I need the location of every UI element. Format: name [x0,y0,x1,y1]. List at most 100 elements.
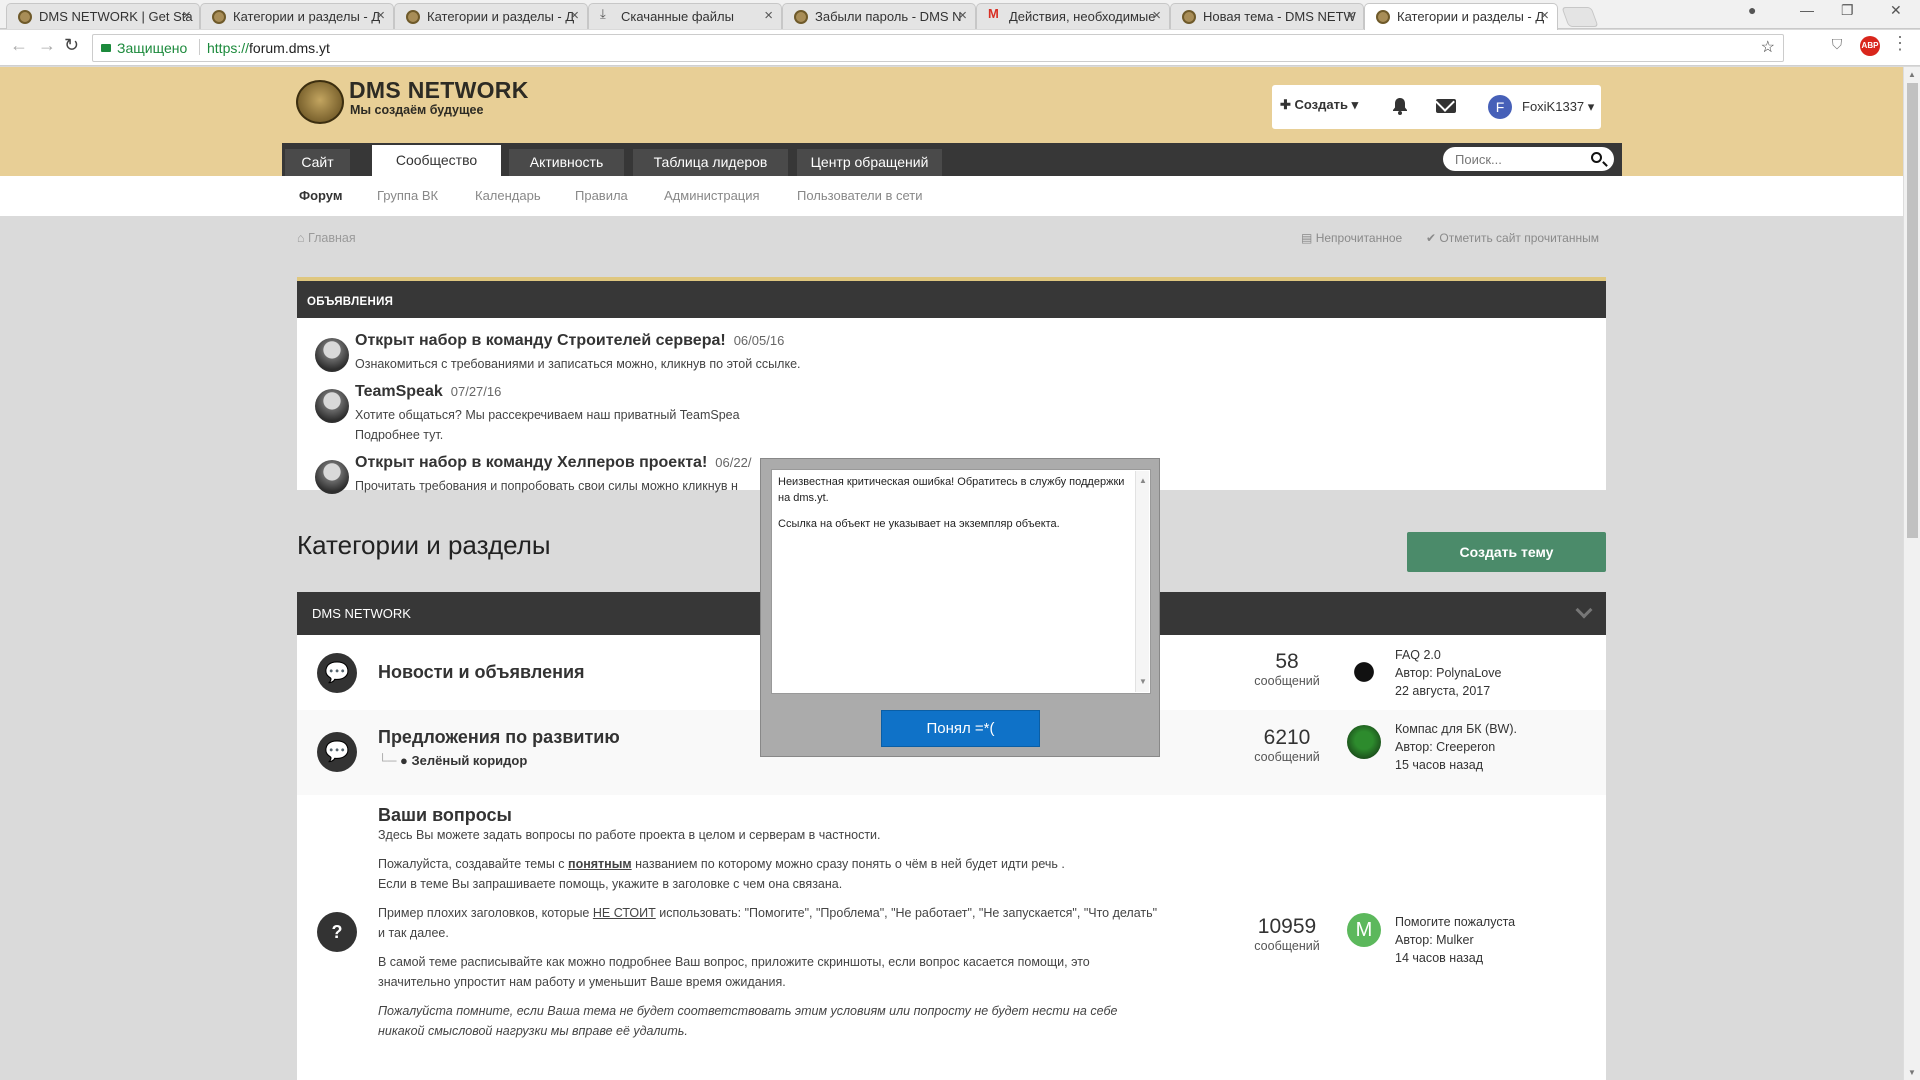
browser-tab[interactable]: M Действия, необходимые × [976,3,1170,29]
user-avatar[interactable]: F [1488,95,1512,119]
scroll-up-icon[interactable]: ▲ [1139,473,1147,489]
create-button[interactable]: ✚ Создать ▾ [1280,97,1358,113]
reload-icon[interactable]: ↻ [64,35,79,56]
avatar[interactable] [315,460,349,494]
subnav-forum[interactable]: Форум [299,188,342,203]
scroll-up-icon[interactable]: ▲ [1908,70,1916,79]
forward-icon[interactable]: → [38,35,56,56]
avatar[interactable] [315,338,349,372]
bookmark-star-icon[interactable]: ☆ [1761,37,1775,57]
scrollbar[interactable]: ▲ ▼ [1135,471,1149,692]
error-dialog: Неизвестная критическая ошибка! Обратите… [760,458,1160,757]
last-post-title[interactable]: Компас для БК (BW). [1395,720,1517,738]
browser-tab[interactable]: Категории и разделы - Д × [200,3,394,29]
nav-tab-activity[interactable]: Активность [509,149,624,176]
profile-icon[interactable]: ● [1748,2,1756,18]
main-nav: Сайт Сообщество Активность Таблица лидер… [282,143,1622,176]
last-post-author[interactable]: Автор: Mulker [1395,931,1515,949]
scroll-down-icon[interactable]: ▼ [1908,1068,1916,1077]
create-topic-button[interactable]: Создать тему [1407,532,1606,572]
browser-tab[interactable]: Новая тема - DMS NETW × [1170,3,1364,29]
shield-extension-icon[interactable]: ⛉ [1827,36,1847,56]
close-tab-icon[interactable]: × [182,7,191,24]
site-brand[interactable]: DMS NETWORK [349,77,529,104]
nav-tab-leaderboard[interactable]: Таблица лидеров [633,149,788,176]
new-tab-button[interactable] [1561,7,1599,27]
subnav-rules[interactable]: Правила [575,188,628,203]
sub-nav: Форум Группа ВК Календарь Правила Админи… [0,176,1903,216]
mark-read-link[interactable]: ✔ Отметить сайт прочитанным [1426,231,1599,245]
browser-tab-active[interactable]: Категории и разделы - Д × [1364,3,1558,30]
avatar[interactable] [315,389,349,423]
forum-title[interactable]: Предложения по развитию [378,727,620,748]
announcement-text[interactable]: Прочитать требования и попробовать свои … [355,476,738,496]
subforum-link[interactable]: └─ ● Зелёный коридор [378,753,527,768]
announcement-text[interactable]: Ознакомиться с требованиями и записаться… [355,354,801,374]
page-scrollbar[interactable]: ▲ ▼ [1903,67,1920,1080]
last-post-title[interactable]: FAQ 2.0 [1395,646,1501,664]
breadcrumb[interactable]: ⌂ Главная [297,231,356,245]
close-tab-icon[interactable]: × [1540,7,1549,24]
subnav-administration[interactable]: Администрация [664,188,760,203]
last-post: Компас для БК (BW). Автор: Creeperon 15 … [1395,720,1517,774]
download-icon: ⤓ [600,6,606,21]
last-post-author[interactable]: Автор: PolynaLove [1395,664,1501,682]
subnav-online-users[interactable]: Пользователи в сети [797,188,923,203]
browser-tab[interactable]: Забыли пароль - DMS N × [782,3,976,29]
site-logo-icon[interactable] [296,80,344,124]
last-post-title[interactable]: Помогите пожалуста [1395,913,1515,931]
close-window-icon[interactable]: ✕ [1890,2,1902,19]
close-tab-icon[interactable]: × [958,7,967,24]
forum-title[interactable]: Новости и объявления [378,662,585,683]
avatar[interactable]: M [1347,913,1381,947]
subnav-calendar[interactable]: Календарь [475,188,541,203]
unread-link[interactable]: ▤ Непрочитанное [1301,231,1402,245]
site-favicon-icon [1182,10,1196,24]
announcement-text: Хотите общаться? Мы рассекречиваем наш п… [355,408,740,422]
divider [199,39,200,55]
nav-tab-site[interactable]: Сайт [285,149,350,176]
browser-tab[interactable]: DMS NETWORK | Get Sta × [6,3,200,29]
ok-button[interactable]: Понял =*( [881,710,1040,747]
avatar[interactable] [1347,725,1381,759]
back-icon[interactable]: ← [10,35,28,56]
scroll-down-icon[interactable]: ▼ [1139,674,1147,690]
nav-tab-community[interactable]: Сообщество [372,145,501,176]
error-message-line: Неизвестная критическая ошибка! Обратите… [778,476,1125,504]
announcement-link[interactable]: Подробнее тут. [355,425,443,445]
close-tab-icon[interactable]: × [764,7,773,24]
menu-icon[interactable]: ⋮ [1890,33,1910,53]
site-favicon-icon [18,10,32,24]
address-bar[interactable]: Защищено https://forum.dms.yt ☆ [92,34,1784,62]
post-count: 6210 сообщений [1254,726,1320,764]
scrollbar-thumb[interactable] [1907,83,1918,538]
announcement-title[interactable]: Открыт набор в команду Строителей сервер… [355,332,726,349]
site-favicon-icon [212,10,226,24]
last-post-author[interactable]: Автор: Creeperon [1395,738,1517,756]
browser-tab[interactable]: Категории и разделы - Д × [394,3,588,29]
minimize-icon[interactable]: — [1800,2,1814,18]
nav-tab-support[interactable]: Центр обращений [797,149,942,176]
close-tab-icon[interactable]: × [570,7,579,24]
announcement-title[interactable]: TeamSpeak [355,383,443,400]
subnav-vk-group[interactable]: Группа ВК [377,188,438,203]
search-icon[interactable] [1591,152,1602,163]
browser-tab[interactable]: ⤓ Скачанные файлы × [588,3,782,29]
close-tab-icon[interactable]: × [1346,7,1355,24]
close-tab-icon[interactable]: × [376,7,385,24]
forum-title[interactable]: Ваши вопросы [378,805,512,826]
close-tab-icon[interactable]: × [1152,7,1161,24]
error-message-box[interactable]: Неизвестная критическая ошибка! Обратите… [771,469,1151,694]
username-menu[interactable]: FoxiK1337 ▾ [1522,99,1594,115]
adblock-extension-icon[interactable]: ABP [1860,36,1880,56]
messages-envelope-icon[interactable] [1436,99,1456,113]
lock-icon [101,44,111,52]
notifications-bell-icon[interactable] [1392,97,1408,115]
last-post-time: 22 августа, 2017 [1395,684,1491,698]
maximize-icon[interactable]: ❐ [1841,2,1854,19]
avatar[interactable] [1347,655,1381,689]
announcement-title[interactable]: Открыт набор в команду Хелперов проекта! [355,454,707,471]
search-input[interactable]: Поиск... [1443,147,1614,171]
chevron-down-icon[interactable] [1575,601,1593,619]
chat-bubbles-icon: 💬 [317,732,357,772]
